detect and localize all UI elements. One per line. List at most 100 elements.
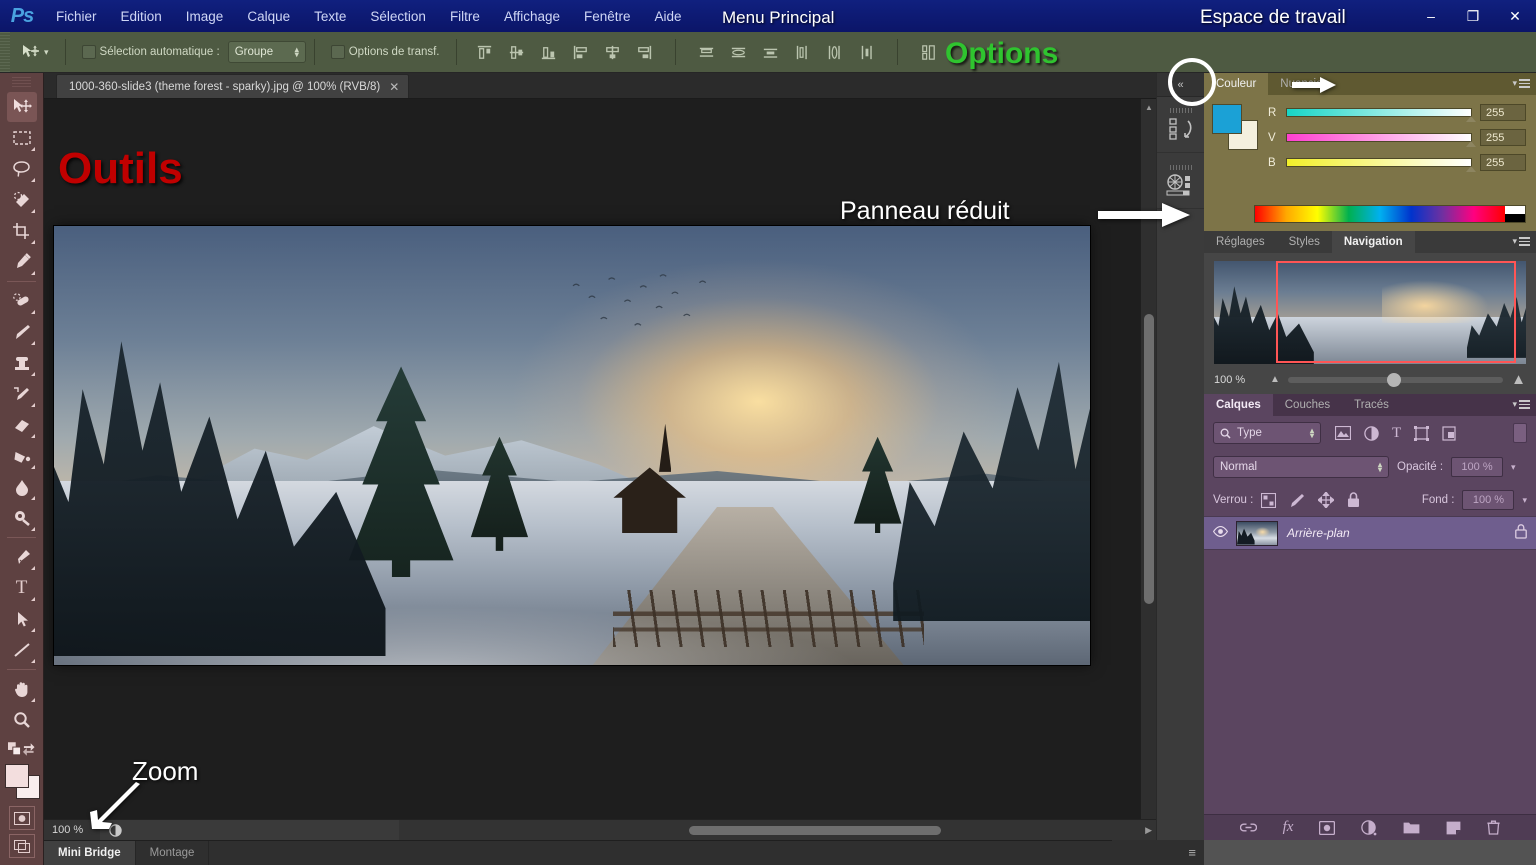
tool-move[interactable] [7, 92, 37, 122]
distribute-top-icon[interactable] [697, 43, 716, 62]
align-top-edges-icon[interactable] [475, 43, 494, 62]
close-icon[interactable]: ✕ [389, 80, 399, 94]
swap-colors-icon[interactable] [22, 742, 36, 756]
vertical-scrollbar-thumb[interactable] [1144, 314, 1154, 604]
distribute-vertical-center-icon[interactable] [729, 43, 748, 62]
channel-value-v[interactable]: 255 [1480, 129, 1526, 146]
opacity-value[interactable]: 100 % [1451, 457, 1503, 477]
close-button[interactable]: ✕ [1494, 0, 1536, 32]
channel-slider-b[interactable] [1286, 158, 1472, 167]
blend-mode-select[interactable]: Normal ▴▾ [1213, 456, 1389, 478]
filter-type-icon[interactable]: T [1392, 425, 1401, 442]
tool-preset-chevron-down-icon[interactable]: ▾ [44, 47, 49, 58]
layer-name[interactable]: Arrière-plan [1287, 526, 1506, 540]
tool-rectangular-marquee[interactable] [7, 123, 37, 153]
lock-position-icon[interactable] [1318, 492, 1334, 508]
auto-select-group[interactable]: Sélection automatique : [74, 40, 228, 64]
tool-blur[interactable] [7, 472, 37, 502]
default-colors-icon[interactable] [8, 742, 22, 756]
layers-panel-menu-button[interactable]: ▾ [1512, 399, 1530, 410]
align-left-edges-icon[interactable] [571, 43, 590, 62]
filter-adjustment-icon[interactable] [1364, 426, 1379, 441]
distribute-right-icon[interactable] [857, 43, 876, 62]
tool-dodge[interactable] [7, 503, 37, 533]
filter-smart-object-icon[interactable] [1442, 426, 1457, 441]
align-vertical-centers-icon[interactable] [507, 43, 526, 62]
tool-eyedropper[interactable] [7, 247, 37, 277]
tab-navigation[interactable]: Navigation [1332, 231, 1415, 253]
lock-all-icon[interactable] [1347, 492, 1360, 508]
color-swatches[interactable] [3, 762, 41, 802]
canvas-horizontal-scrollbar[interactable]: ▶ [399, 819, 1156, 840]
tool-crop[interactable] [7, 216, 37, 246]
minimize-button[interactable]: – [1410, 0, 1452, 32]
menu-item-aide[interactable]: Aide [643, 0, 694, 32]
tab-couches[interactable]: Couches [1273, 394, 1342, 416]
tool-path-selection[interactable] [7, 604, 37, 634]
zoom-out-mountain-icon[interactable]: ▲ [1270, 374, 1280, 385]
tool-zoom[interactable] [7, 705, 37, 735]
align-bottom-edges-icon[interactable] [539, 43, 558, 62]
tool-pen[interactable] [7, 542, 37, 572]
new-layer-icon[interactable] [1446, 821, 1461, 835]
navigator-zoom-value[interactable]: 100 % [1214, 374, 1262, 386]
image-canvas[interactable] [54, 226, 1090, 665]
tool-gradient[interactable] [7, 441, 37, 471]
tool-brush[interactable] [7, 317, 37, 347]
color-panel-foreground-swatch[interactable] [1212, 104, 1242, 134]
menu-item-image[interactable]: Image [174, 0, 236, 32]
distribute-left-icon[interactable] [793, 43, 812, 62]
menu-item-texte[interactable]: Texte [302, 0, 358, 32]
tool-clone-stamp[interactable] [7, 348, 37, 378]
slider-knob[interactable] [1466, 166, 1476, 172]
layer-filter-toggle[interactable] [1513, 423, 1527, 443]
color-panel-swatches[interactable] [1212, 104, 1258, 150]
menu-item-edition[interactable]: Edition [109, 0, 174, 32]
layer-style-fx-icon[interactable]: fx [1283, 819, 1294, 836]
transform-controls-group[interactable]: Options de transf. [323, 40, 448, 64]
channel-slider-r[interactable] [1286, 108, 1472, 117]
foreground-color-swatch[interactable] [5, 764, 29, 788]
distribute-horizontal-center-icon[interactable] [825, 43, 844, 62]
layer-thumbnail[interactable] [1236, 521, 1278, 546]
new-adjustment-layer-icon[interactable] [1361, 820, 1377, 836]
opacity-chevron-down-icon[interactable]: ▾ [1511, 462, 1516, 473]
scroll-up-icon[interactable]: ▲ [1141, 99, 1157, 115]
restore-button[interactable]: ❐ [1452, 0, 1494, 32]
distribute-bottom-icon[interactable] [761, 43, 780, 62]
fill-chevron-down-icon[interactable]: ▾ [1522, 495, 1527, 506]
channel-value-b[interactable]: 255 [1480, 154, 1526, 171]
filter-pixel-icon[interactable] [1335, 426, 1351, 440]
horizontal-scrollbar-thumb[interactable] [689, 826, 941, 835]
tab-reglages[interactable]: Réglages [1204, 231, 1277, 253]
color-spectrum-ramp[interactable] [1254, 205, 1526, 223]
menu-item-affichage[interactable]: Affichage [492, 0, 572, 32]
menu-item-filtre[interactable]: Filtre [438, 0, 492, 32]
delete-layer-icon[interactable] [1487, 820, 1500, 835]
tool-eraser[interactable] [7, 410, 37, 440]
tool-quick-selection[interactable] [7, 185, 37, 215]
tool-lasso[interactable] [7, 154, 37, 184]
tool-type[interactable]: T [7, 573, 37, 603]
tools-panel-grip[interactable] [12, 77, 31, 89]
navigator-zoom-slider[interactable] [1288, 377, 1503, 383]
tool-history-brush[interactable] [7, 379, 37, 409]
channel-value-r[interactable]: 255 [1480, 104, 1526, 121]
add-layer-mask-icon[interactable] [1319, 821, 1335, 835]
dock-icon-3d[interactable] [1157, 153, 1204, 209]
align-right-edges-icon[interactable] [635, 43, 654, 62]
spectrum-black-white[interactable] [1505, 206, 1525, 222]
tool-hand[interactable] [7, 674, 37, 704]
channel-slider-v[interactable] [1286, 133, 1472, 142]
menu-item-selection[interactable]: Sélection [358, 0, 438, 32]
zoom-in-mountain-icon[interactable]: ▲ [1511, 371, 1526, 388]
lock-transparent-pixels-icon[interactable] [1261, 493, 1276, 508]
lock-image-pixels-icon[interactable] [1289, 493, 1305, 508]
transform-controls-checkbox[interactable] [331, 45, 345, 59]
link-layers-icon[interactable] [1240, 821, 1257, 834]
align-horizontal-centers-icon[interactable] [603, 43, 622, 62]
quick-mask-button[interactable] [9, 806, 35, 830]
screen-mode-button[interactable] [9, 834, 35, 858]
menu-item-fichier[interactable]: Fichier [44, 0, 109, 32]
tab-styles[interactable]: Styles [1277, 231, 1332, 253]
